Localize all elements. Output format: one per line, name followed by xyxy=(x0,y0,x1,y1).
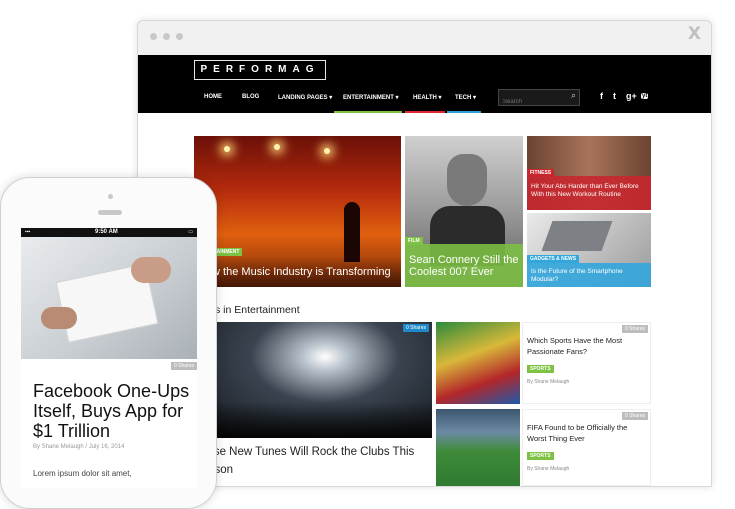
category-tag[interactable]: SPORTS xyxy=(527,452,554,460)
shares-badge: 0 Shares xyxy=(621,325,648,333)
nav-label: TECH xyxy=(455,95,472,101)
nav-home[interactable]: HOME xyxy=(204,94,222,100)
stage-light xyxy=(324,148,330,154)
category-tag[interactable]: GADGETS & NEWS xyxy=(527,255,580,263)
phone-excerpt: Lorem ipsum dolor sit amet, xyxy=(33,469,132,478)
window-dot xyxy=(163,33,170,40)
status-time: 9:50 AM xyxy=(95,229,118,235)
window-dot xyxy=(150,33,157,40)
featured-card-gadgets[interactable]: GADGETS & NEWS Is the Future of the Smar… xyxy=(527,213,651,287)
hand-shape xyxy=(41,307,77,329)
google-plus-icon[interactable]: g+ xyxy=(626,91,637,101)
nav-entertainment[interactable]: ENTERTAINMENT ▾ xyxy=(343,94,399,101)
phone-speaker xyxy=(98,210,122,215)
phone-screen: 9:50 AM ▪▪▪ ▭ 0 Shares Facebook One-Ups … xyxy=(21,228,197,488)
featured-title[interactable]: Sean Connery Still the Coolest 007 Ever xyxy=(409,254,521,278)
side-post-image[interactable] xyxy=(436,322,520,404)
shares-badge: 0 Shares xyxy=(621,412,648,420)
nav-health[interactable]: HEALTH ▾ xyxy=(413,94,442,101)
featured-title[interactable]: Is the Future of the Smartphone Modular? xyxy=(531,268,649,284)
nav-label: ENTERTAINMENT xyxy=(343,95,394,101)
side-post-title[interactable]: FIFA Found to be Officially the Worst Th… xyxy=(527,422,645,444)
stage-light xyxy=(274,144,280,150)
twitter-icon[interactable]: t xyxy=(613,91,616,101)
side-post-image[interactable] xyxy=(436,409,520,486)
side-post-title[interactable]: Which Sports Have the Most Passionate Fa… xyxy=(527,335,645,357)
nav-tech[interactable]: TECH ▾ xyxy=(455,94,476,101)
side-post-card: 0 Shares Which Sports Have the Most Pass… xyxy=(522,322,651,404)
performer-silhouette xyxy=(344,202,360,262)
browser-window: X PERFORMAG HOME BLOG LANDING PAGES ▾ EN… xyxy=(137,20,712,487)
side-post-card: 0 Shares FIFA Found to be Officially the… xyxy=(522,409,651,486)
nav-blog[interactable]: BLOG xyxy=(242,94,259,100)
search-input[interactable] xyxy=(499,95,563,109)
featured-title[interactable]: How the Music Industry is Transforming xyxy=(198,266,391,278)
nav-label: LANDING PAGES xyxy=(278,95,328,101)
window-dot xyxy=(176,33,183,40)
status-bar: 9:50 AM ▪▪▪ ▭ xyxy=(21,228,197,237)
phone-camera xyxy=(108,194,113,199)
nav-label: HEALTH xyxy=(413,95,437,101)
facebook-icon[interactable]: f xyxy=(600,91,603,101)
shares-badge: 0 Shares xyxy=(170,362,197,370)
byline: By Shane Melaugh xyxy=(527,379,570,385)
nav-landing-pages[interactable]: LANDING PAGES ▾ xyxy=(278,94,332,101)
nav-underline-green xyxy=(334,111,402,113)
close-icon[interactable]: X xyxy=(688,24,701,44)
main-post-image[interactable]: 0 Shares xyxy=(194,322,432,438)
category-tag[interactable]: FILM xyxy=(405,237,423,245)
crowd-silhouette xyxy=(194,402,432,438)
battery-icon: ▭ xyxy=(188,229,193,235)
search-box: ⌕ xyxy=(498,89,580,109)
shares-badge: 0 Shares xyxy=(402,324,429,332)
phone-post-image[interactable] xyxy=(21,237,197,359)
byline: By Shane Melaugh xyxy=(527,466,570,472)
phone-byline: By Shane Melaugh / July 16, 2014 xyxy=(33,444,125,450)
website: PERFORMAG HOME BLOG LANDING PAGES ▾ ENTE… xyxy=(138,55,711,486)
youtube-icon[interactable]: yt xyxy=(641,93,649,99)
search-icon[interactable]: ⌕ xyxy=(571,90,576,101)
main-post-title[interactable]: These New Tunes Will Rock the Clubs This… xyxy=(194,443,432,479)
gadget-shape xyxy=(541,221,613,251)
category-tag[interactable]: SPORTS xyxy=(527,365,554,373)
portrait-face xyxy=(447,154,487,206)
featured-card-music[interactable]: ENTERTAINMENT How the Music Industry is … xyxy=(194,136,401,287)
category-tag[interactable]: FITNESS xyxy=(527,169,555,177)
nav-underline-red xyxy=(405,111,445,113)
signal-icon: ▪▪▪ xyxy=(25,229,31,235)
featured-card-fitness[interactable]: FITNESS Hit Your Abs Harder than Ever Be… xyxy=(527,136,651,210)
site-header: PERFORMAG HOME BLOG LANDING PAGES ▾ ENTE… xyxy=(138,55,711,113)
featured-title[interactable]: Hit Your Abs Harder than Ever Before Wit… xyxy=(531,183,649,199)
stage-light xyxy=(224,146,230,152)
hand-shape xyxy=(131,257,171,283)
phone-post-title[interactable]: Facebook One-Ups Itself, Buys App for $1… xyxy=(33,381,193,441)
featured-card-film[interactable]: FILM Sean Connery Still the Coolest 007 … xyxy=(405,136,523,287)
site-logo[interactable]: PERFORMAG xyxy=(194,60,326,80)
nav-underline-blue xyxy=(447,111,481,113)
phone-device: 9:50 AM ▪▪▪ ▭ 0 Shares Facebook One-Ups … xyxy=(0,177,217,509)
